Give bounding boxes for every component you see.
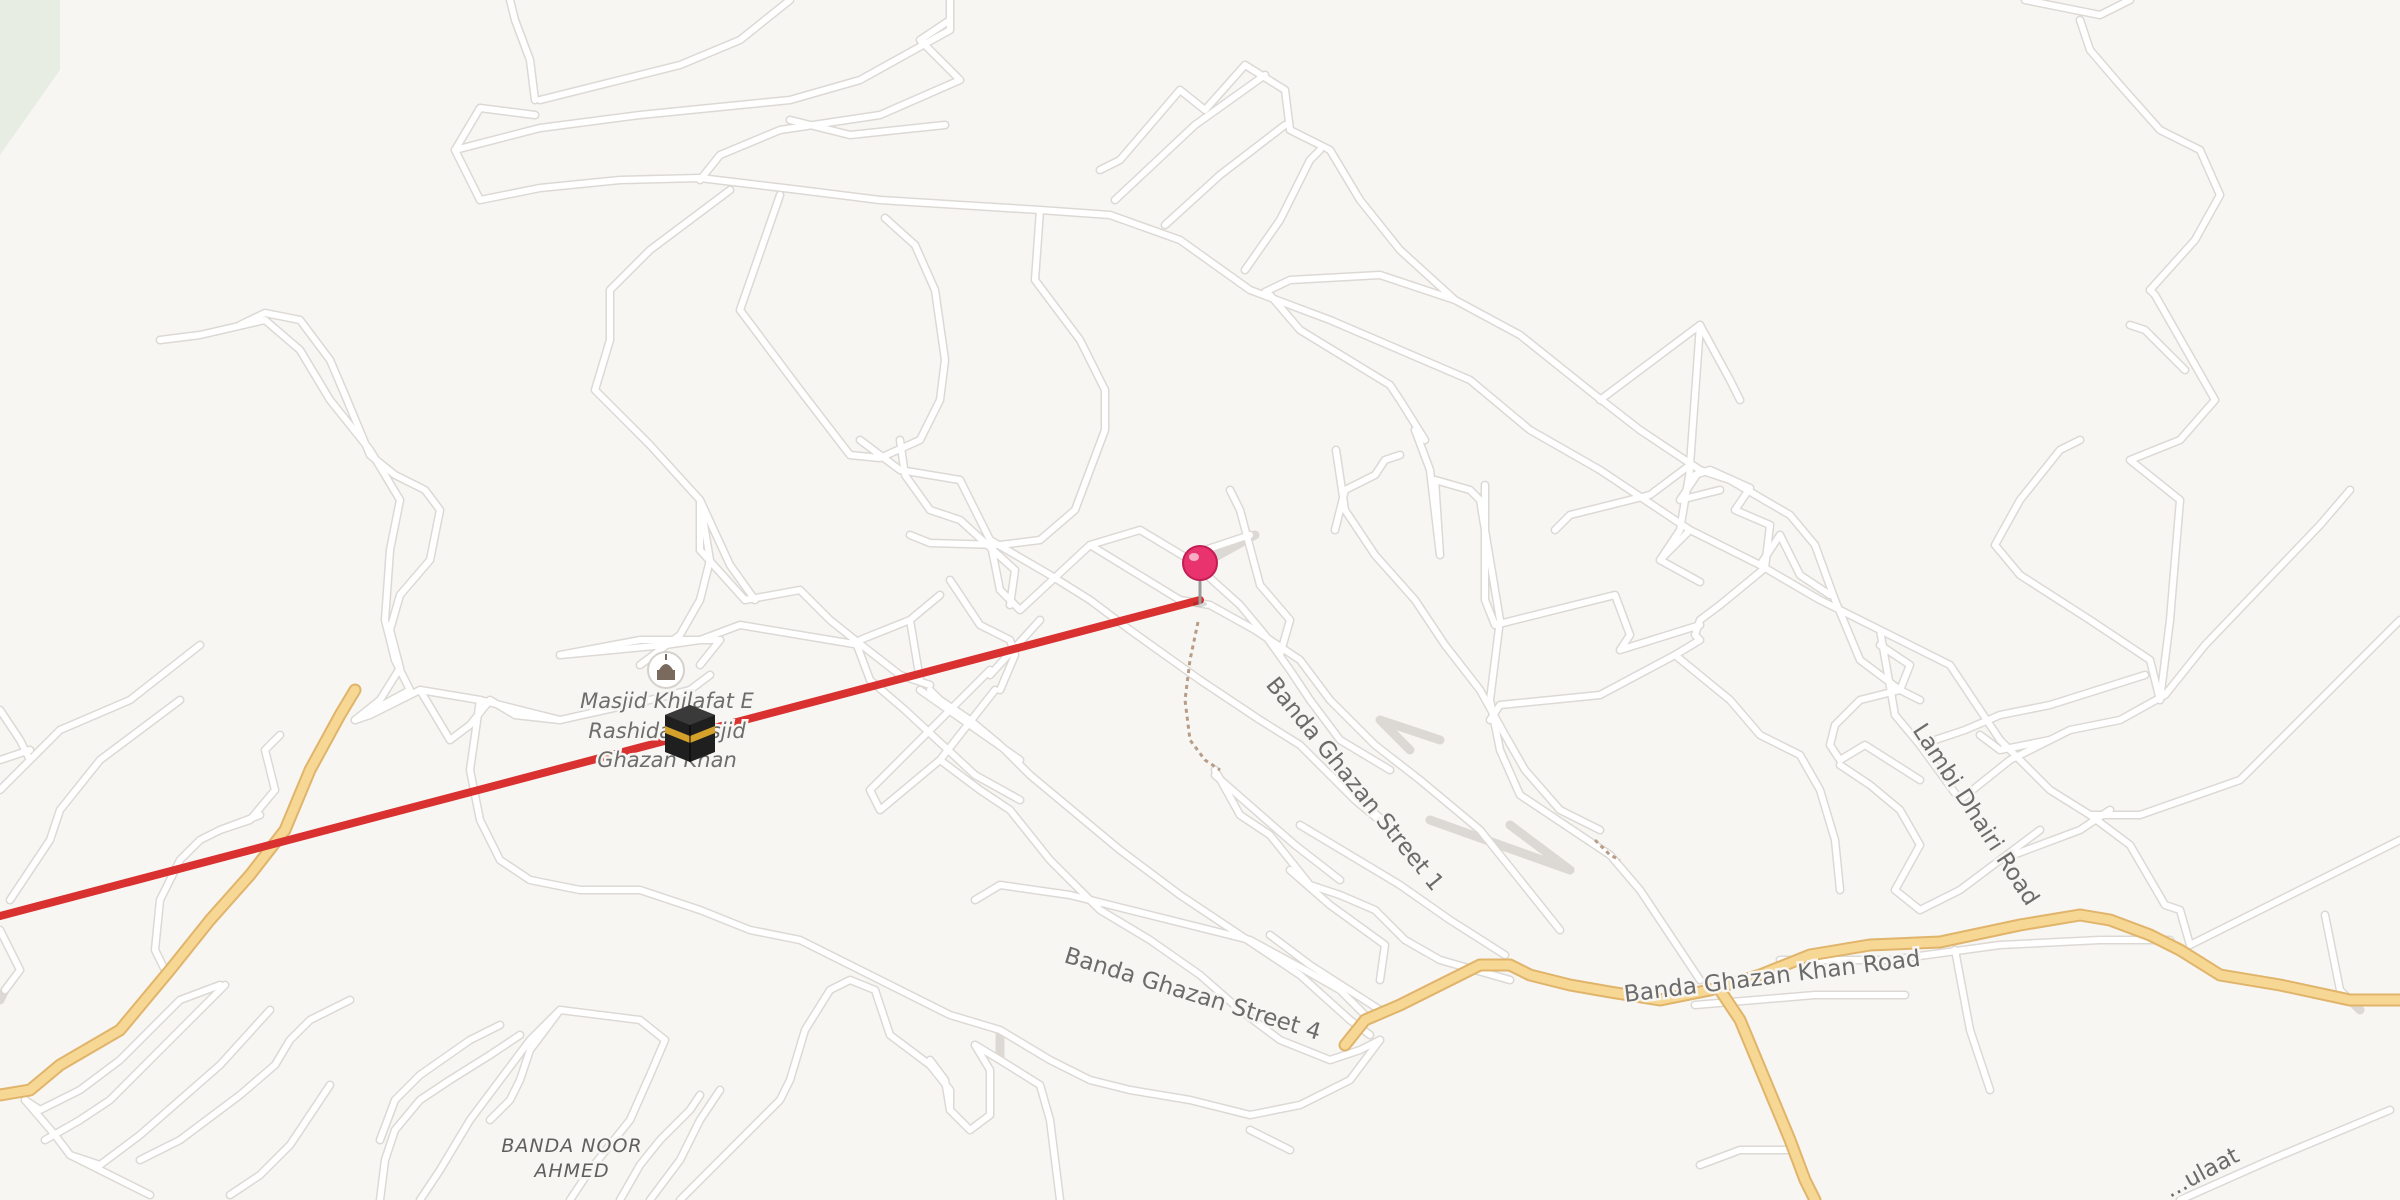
area-label-line1: BANDA NOOR xyxy=(501,1135,642,1157)
map-svg[interactable]: Banda Ghazan Khan Road Banda Ghazan Stre… xyxy=(0,0,2400,1200)
mosque-icon[interactable] xyxy=(647,651,685,689)
map-canvas[interactable]: Banda Ghazan Khan Road Banda Ghazan Stre… xyxy=(0,0,2400,1200)
poi-name-line1[interactable]: Masjid Khilafat E xyxy=(578,687,757,716)
footpath xyxy=(1183,621,1221,772)
kaaba-icon[interactable] xyxy=(665,705,715,762)
area-label-line2: AHMED xyxy=(532,1160,609,1182)
park-area xyxy=(0,0,60,155)
